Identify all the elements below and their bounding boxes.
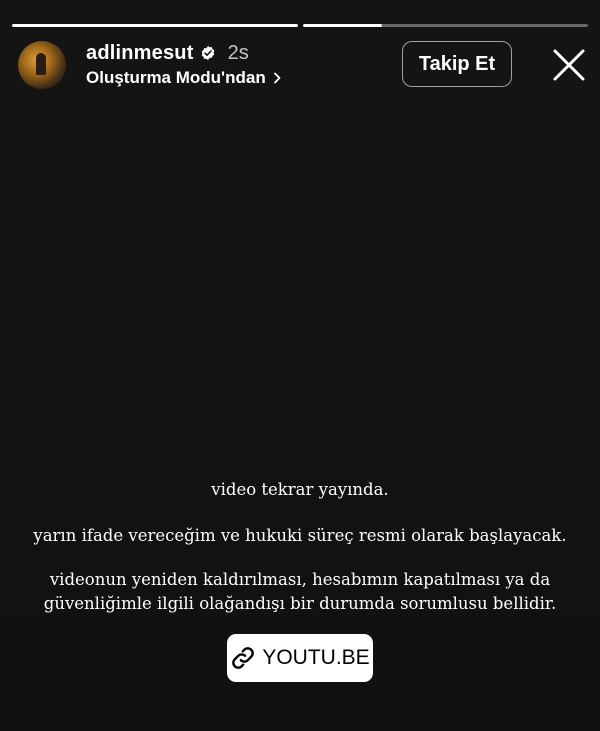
story-header: adlinmesut 2s Oluşturma Modu'ndan Takip … [18,40,586,90]
chevron-right-icon [273,72,281,84]
post-time: 2s [227,41,249,64]
avatar[interactable] [18,41,66,89]
creation-mode-link[interactable]: Oluşturma Modu'ndan [86,66,282,90]
progress-fill-1 [12,24,298,27]
story-text-line: video tekrar yayında. [211,480,389,499]
follow-button[interactable]: Takip Et [402,41,512,87]
progress-segment-1 [12,24,298,27]
user-info: adlinmesut 2s Oluşturma Modu'ndan [86,40,282,90]
story-text: video tekrar yayında. yarın ifade verece… [0,478,600,616]
story-text-line: yarın ifade vereceğim ve hukuki süreç re… [33,526,567,545]
verified-badge-icon [201,46,214,60]
user-line: adlinmesut 2s [86,40,282,66]
link-icon [232,647,255,669]
story-viewer: adlinmesut 2s Oluşturma Modu'ndan Takip … [0,0,600,731]
avatar-figure [36,53,46,75]
story-text-line: güvenliğimle ilgili olağandışı bir durum… [43,594,557,613]
link-sticker-label: YOUTU.BE [262,646,370,669]
username[interactable]: adlinmesut [86,42,194,65]
creation-mode-label: Oluşturma Modu'ndan [86,68,266,87]
link-sticker[interactable]: YOUTU.BE [227,634,373,682]
story-text-line: videonun yeniden kaldırılması, hesabımın… [49,570,551,589]
close-icon[interactable] [552,48,586,82]
story-progress-bar [12,24,588,28]
progress-segment-2 [302,24,588,27]
progress-fill-2 [302,24,383,27]
